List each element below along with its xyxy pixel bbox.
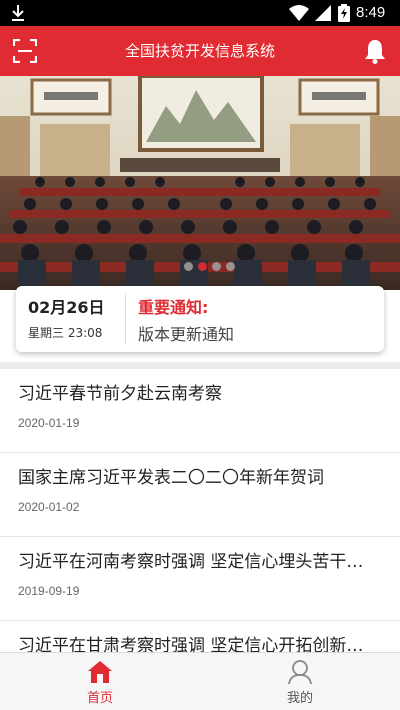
signal-icon (315, 5, 331, 21)
news-item[interactable]: 习近平在河南考察时强调 坚定信心埋头苦干… 2019-09-19 (0, 537, 400, 621)
news-date: 2020-01-02 (18, 500, 80, 514)
news-title: 国家主席习近平发表二〇二〇年新年贺词 (18, 468, 324, 488)
app-bar: 全国扶贫开发信息系统 (0, 26, 400, 76)
user-icon (288, 660, 312, 685)
notice-weekday-time: 星期三 23:08 (28, 326, 103, 340)
news-item[interactable]: 国家主席习近平发表二〇二〇年新年贺词 2020-01-02 (0, 453, 400, 537)
news-title: 习近平春节前夕赴云南考察 (18, 384, 222, 404)
carousel-dot[interactable] (212, 262, 221, 271)
bell-icon[interactable] (364, 38, 386, 64)
carousel-dot[interactable] (184, 262, 193, 271)
notice-text[interactable]: 版本更新通知 (138, 321, 234, 345)
news-item[interactable]: 习近平春节前夕赴云南考察 2020-01-19 (0, 369, 400, 453)
status-time: 8:49 (356, 4, 386, 21)
tab-home[interactable]: 首页 (0, 653, 200, 710)
news-date: 2019-09-19 (18, 584, 80, 598)
battery-charging-icon (338, 4, 350, 22)
tab-home-label: 首页 (86, 691, 113, 706)
banner-image (0, 76, 400, 290)
section-divider (0, 362, 400, 369)
notice-date: 02月26日 (28, 298, 105, 317)
wifi-icon (289, 5, 309, 21)
news-date: 2020-01-19 (18, 416, 80, 430)
notice-card[interactable]: 02月26日 星期三 23:08 重要通知: 版本更新通知 (16, 286, 384, 352)
banner-carousel[interactable] (0, 76, 400, 290)
app-title: 全国扶贫开发信息系统 (124, 43, 275, 60)
notice-divider (125, 294, 126, 344)
status-bar: 8:49 (0, 0, 400, 26)
news-title: 习近平在河南考察时强调 坚定信心埋头苦干… (18, 552, 364, 572)
bottom-tab-bar: 首页 我的 (0, 652, 400, 710)
tab-mine[interactable]: 我的 (200, 653, 400, 710)
carousel-dot-active[interactable] (198, 262, 207, 271)
tab-mine-label: 我的 (286, 691, 313, 706)
home-icon (88, 661, 112, 683)
download-icon (12, 5, 24, 21)
carousel-dot[interactable] (226, 262, 235, 271)
notice-title: 重要通知: (138, 298, 209, 317)
